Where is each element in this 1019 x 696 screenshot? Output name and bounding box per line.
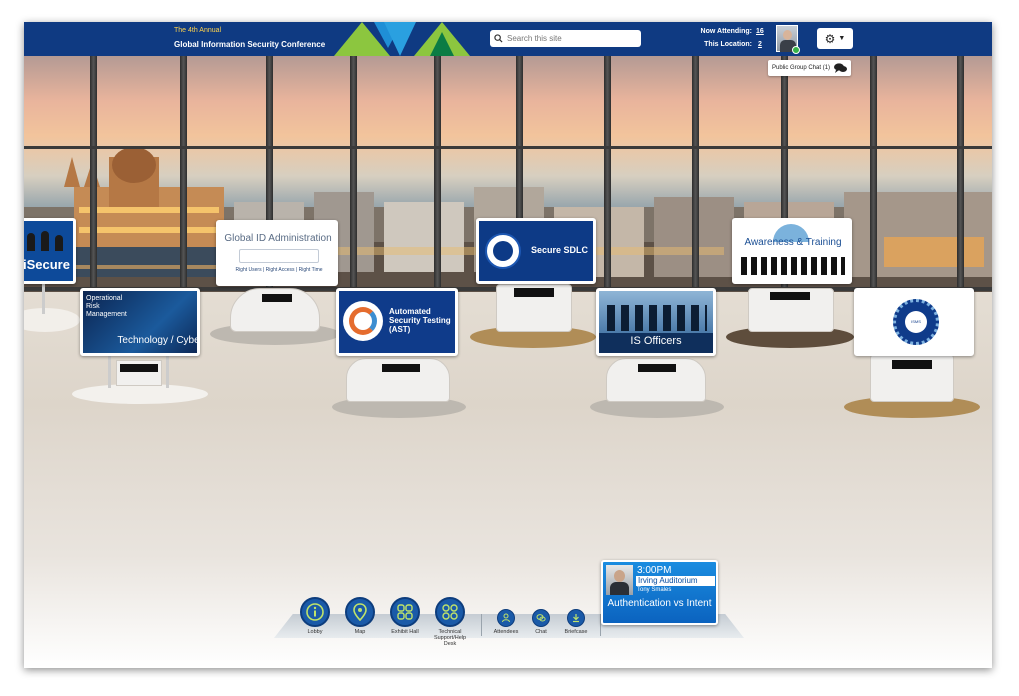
dock-label: Briefcase bbox=[564, 629, 588, 635]
window-frame bbox=[350, 56, 357, 306]
dock-map-button[interactable]: Map bbox=[340, 597, 380, 635]
chat-icon bbox=[532, 609, 550, 627]
conference-edition: The 4th Annual bbox=[174, 27, 222, 34]
dock-briefcase-button[interactable]: Briefcase bbox=[556, 609, 596, 635]
dock-label: Exhibit Hall bbox=[391, 629, 419, 635]
top-navigation-bar: The 4th Annual Global Information Securi… bbox=[24, 22, 992, 56]
window-frame bbox=[870, 56, 877, 306]
booth-isms[interactable]: ISMS bbox=[844, 288, 984, 418]
booth-sign-label: Secure SDLC bbox=[531, 245, 589, 255]
dock-label: Map bbox=[354, 629, 366, 635]
user-avatar[interactable] bbox=[776, 25, 800, 54]
search-box[interactable] bbox=[490, 30, 641, 47]
grid-icon bbox=[390, 597, 420, 627]
now-attending-label: Now Attending: bbox=[700, 28, 752, 35]
window-frame bbox=[692, 56, 699, 306]
speaker-photo bbox=[606, 565, 633, 595]
public-group-chat-button[interactable]: Public Group Chat (1) bbox=[768, 60, 852, 76]
dock-help-desk-button[interactable]: Technical Support/Help Desk bbox=[430, 597, 470, 647]
dock-exhibit-hall-button[interactable]: Exhibit Hall bbox=[385, 597, 425, 635]
download-icon bbox=[567, 609, 585, 627]
session-speaker: Tony Smales bbox=[637, 587, 672, 593]
window-frame bbox=[180, 56, 187, 306]
conference-title: Global Information Security Conference bbox=[174, 40, 326, 49]
people-icon bbox=[497, 609, 515, 627]
booth-secure-sdlc[interactable]: Secure SDLC bbox=[470, 218, 600, 348]
booth-sign-footer: Technology / Cyber bbox=[117, 335, 200, 346]
chat-bubbles-icon bbox=[834, 63, 848, 73]
dock-chat-button[interactable]: Chat bbox=[521, 609, 561, 635]
header-logo-triangles bbox=[334, 22, 470, 56]
booth-sign-label: ISMS bbox=[911, 319, 921, 324]
booth-is-officers[interactable]: IS Officers bbox=[590, 288, 730, 418]
dock-label: Attendees bbox=[493, 629, 519, 635]
booth-sign-label: IS Officers bbox=[630, 335, 682, 347]
this-location-count[interactable]: 2 bbox=[758, 41, 762, 48]
virtual-exhibit-hall: iSecure Global ID Administration Right U… bbox=[24, 22, 992, 668]
session-location: Irving Auditorium bbox=[636, 576, 715, 586]
this-location-label: This Location: bbox=[704, 41, 752, 48]
settings-button[interactable]: ⚙ ▼ bbox=[817, 28, 853, 49]
booth-sign-tags: Right Users | Right Access | Right Time bbox=[235, 267, 323, 273]
now-attending-count[interactable]: 16 bbox=[756, 28, 764, 35]
booth-awareness-training[interactable]: Awareness & Training bbox=[726, 218, 856, 348]
upcoming-session-card[interactable]: 3:00PM Irving Auditorium Tony Smales Aut… bbox=[601, 560, 718, 625]
map-pin-icon bbox=[345, 597, 375, 627]
booth-global-id-administration[interactable]: Global ID Administration Right Users | R… bbox=[210, 218, 350, 348]
booth-sign-label: Automated Security Testing (AST) bbox=[389, 307, 451, 334]
search-icon bbox=[494, 34, 503, 43]
session-title: Authentication vs Intent bbox=[607, 598, 712, 609]
window-rail bbox=[24, 146, 992, 149]
dock-label: Chat bbox=[535, 629, 547, 635]
info-icon bbox=[300, 597, 330, 627]
session-time: 3:00PM bbox=[637, 565, 672, 576]
support-icon bbox=[435, 597, 465, 627]
window-frame bbox=[604, 56, 611, 306]
dock-label: Technical Support/Help Desk bbox=[433, 629, 467, 647]
booth-sign-label: Global ID Administration bbox=[224, 233, 332, 244]
booth-sign-label: iSecure bbox=[24, 257, 70, 272]
booth-sign-label: Operational Risk Management bbox=[86, 295, 127, 318]
dock-attendees-button[interactable]: Attendees bbox=[486, 609, 526, 635]
window-frame bbox=[434, 56, 441, 306]
group-chat-label: Public Group Chat (1) bbox=[772, 65, 831, 71]
dock-lobby-button[interactable]: Lobby bbox=[295, 597, 335, 635]
online-status-icon bbox=[792, 46, 800, 54]
window-frame bbox=[957, 56, 964, 306]
chevron-down-icon: ▼ bbox=[838, 35, 846, 42]
dock-divider bbox=[481, 614, 482, 636]
window-frame bbox=[90, 56, 97, 306]
booth-automated-security-testing[interactable]: Automated Security Testing (AST) bbox=[332, 288, 472, 418]
gear-icon: ⚙ bbox=[824, 31, 836, 46]
booth-sign-label: Awareness & Training bbox=[744, 237, 842, 248]
booth-operational-risk-management[interactable]: Operational Risk Management Technology /… bbox=[72, 288, 212, 408]
dock-label: Lobby bbox=[307, 629, 323, 635]
search-input[interactable] bbox=[507, 34, 627, 43]
